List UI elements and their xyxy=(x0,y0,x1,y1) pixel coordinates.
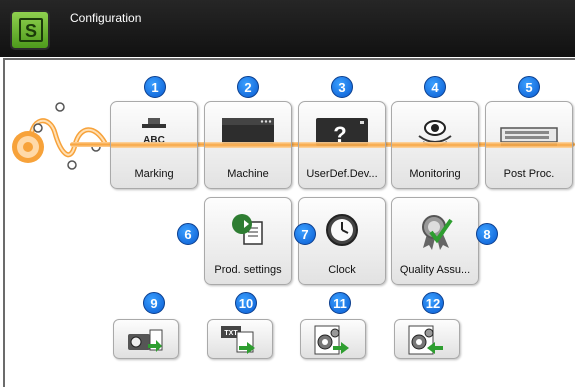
badge-3: 3 xyxy=(331,76,353,98)
tile-label: UserDef.Dev... xyxy=(306,168,378,180)
tile-label: Marking xyxy=(134,168,174,180)
badge-11: 11 xyxy=(329,292,351,314)
badge-2: 2 xyxy=(237,76,259,98)
tile-quality-assurance[interactable]: Quality Assu... xyxy=(391,197,479,285)
badge-8: 8 xyxy=(476,223,498,245)
import-settings-button[interactable] xyxy=(394,319,460,359)
svg-text:TXT: TXT xyxy=(224,330,238,337)
flow-band xyxy=(205,142,291,148)
tile-label: Quality Assu... xyxy=(399,264,471,276)
badge-1: 1 xyxy=(144,76,166,98)
badge-12: 12 xyxy=(422,292,444,314)
tile-monitoring[interactable]: Monitoring xyxy=(391,101,479,189)
badge-10: 10 xyxy=(235,292,257,314)
badge-9: 9 xyxy=(143,292,165,314)
settings-import-icon xyxy=(408,325,443,355)
quality-badge-icon xyxy=(422,215,453,250)
tile-label: Prod. settings xyxy=(214,264,282,276)
tile-post-proc[interactable]: Post Proc. xyxy=(485,101,573,189)
title-bar: S Configuration xyxy=(0,0,575,57)
tile-userdef-device[interactable]: ? UserDef.Dev... xyxy=(298,101,386,189)
flow-band xyxy=(392,142,478,148)
flow-band xyxy=(111,142,197,148)
window-title: Configuration xyxy=(70,11,142,25)
tile-label: Clock xyxy=(328,264,356,276)
app-logo-icon[interactable]: S xyxy=(10,10,50,50)
tile-label: Post Proc. xyxy=(503,168,555,180)
badge-5: 5 xyxy=(518,76,540,98)
app-logo-letter: S xyxy=(19,18,43,42)
export-camera-button[interactable] xyxy=(113,319,179,359)
badge-7: 7 xyxy=(294,223,316,245)
material-spool-icon xyxy=(12,102,108,170)
badge-6: 6 xyxy=(177,223,199,245)
badge-4: 4 xyxy=(424,76,446,98)
tile-prod-settings[interactable]: Prod. settings xyxy=(204,197,292,285)
export-settings-button[interactable] xyxy=(300,319,366,359)
tile-label: Machine xyxy=(227,168,269,180)
txt-export-icon: TXT xyxy=(221,326,255,354)
production-settings-icon xyxy=(232,214,263,245)
flow-band xyxy=(486,142,572,148)
export-txt-button[interactable]: TXT xyxy=(207,319,273,359)
tile-label: Monitoring xyxy=(409,168,461,180)
clock-icon xyxy=(326,214,358,246)
tile-marking[interactable]: ABC Marking xyxy=(110,101,198,189)
flow-band xyxy=(299,142,385,148)
camera-export-icon xyxy=(128,329,163,352)
tile-machine[interactable]: Machine xyxy=(204,101,292,189)
settings-export-icon xyxy=(314,325,349,355)
